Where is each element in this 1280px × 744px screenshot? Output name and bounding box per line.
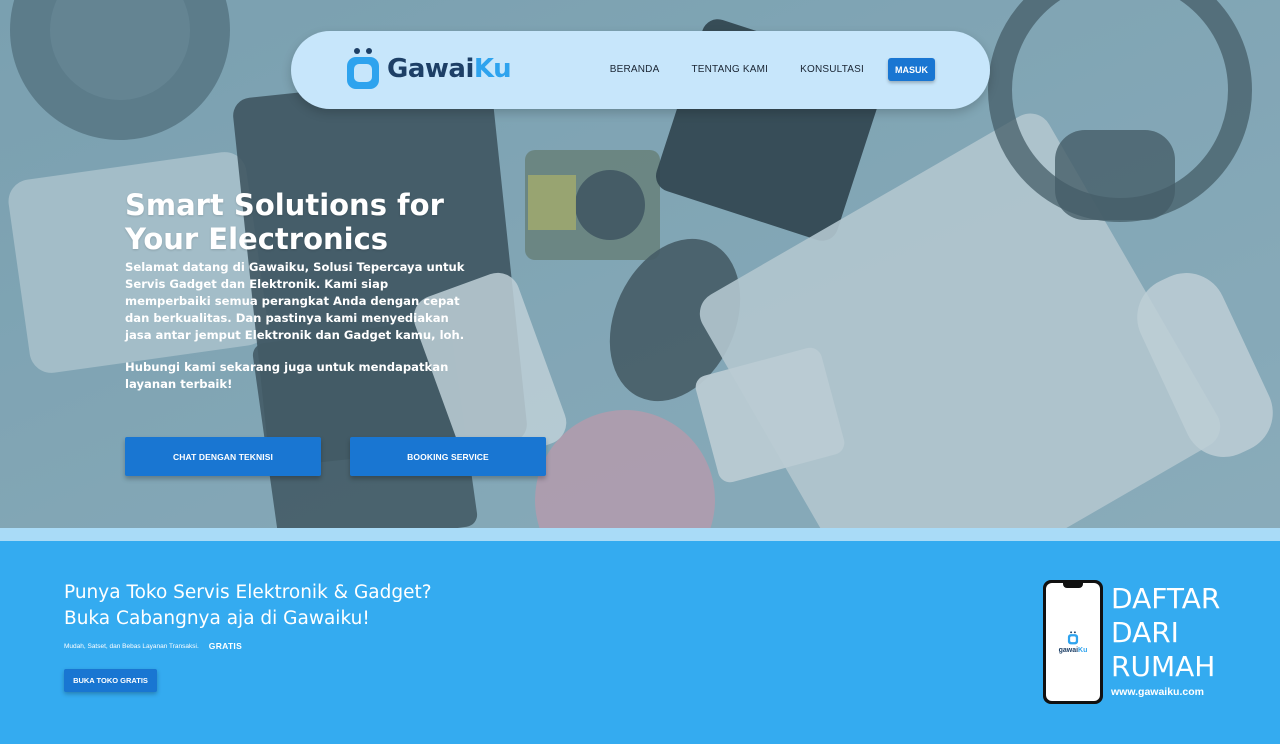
navbar: GawaiKu BERANDA TENTANG KAMI KONSULTASI … <box>291 31 990 109</box>
hero-title: Smart Solutions for Your Electronics <box>125 188 444 256</box>
hero-section: GawaiKu BERANDA TENTANG KAMI KONSULTASI … <box>0 0 1280 528</box>
phone-screen: gawaiKu <box>1046 583 1100 701</box>
tv-robot-icon <box>1067 630 1079 644</box>
chat-technician-button[interactable]: CHAT DENGAN TEKNISI <box>125 437 321 476</box>
phone-logo-part2: Ku <box>1078 646 1088 654</box>
free-label: GRATIS <box>208 641 243 651</box>
website-url[interactable]: www.gawaiku.com <box>1111 686 1204 698</box>
phone-mockup: gawaiKu <box>1043 580 1103 704</box>
phone-logo-part1: gawai <box>1058 646 1079 654</box>
daftar-line3: RUMAH <box>1111 650 1216 683</box>
hero-cta-text: Hubungi kami sekarang juga untuk mendapa… <box>125 360 449 391</box>
nav-links: BERANDA TENTANG KAMI KONSULTASI MASUK <box>610 58 935 81</box>
promo-title: Punya Toko Servis Elektronik & Gadget? B… <box>64 580 484 632</box>
brand-logo[interactable]: GawaiKu <box>345 45 512 93</box>
daftar-line1: DAFTAR <box>1111 582 1221 615</box>
promo-title-line1: Punya Toko Servis Elektronik & Gadget? <box>64 582 432 603</box>
promo-subtitle: Mudah, Satset, dan Bebas Layanan Transak… <box>64 641 242 651</box>
phone-notch <box>1063 583 1083 588</box>
booking-service-button[interactable]: BOOKING SERVICE <box>350 437 546 476</box>
daftar-dari-rumah: DAFTAR DARI RUMAH <box>1111 582 1261 684</box>
daftar-line2: DARI <box>1111 616 1179 649</box>
section-divider <box>0 528 1280 541</box>
nav-link-beranda[interactable]: BERANDA <box>610 64 660 75</box>
nav-link-konsultasi[interactable]: KONSULTASI <box>800 64 864 75</box>
login-button[interactable]: MASUK <box>888 58 935 81</box>
logo-text: GawaiKu <box>387 54 512 84</box>
phone-logo-text: gawaiKu <box>1059 647 1088 654</box>
logo-text-part2: Ku <box>473 54 512 84</box>
open-store-button[interactable]: BUKA TOKO GRATIS <box>64 669 157 692</box>
promo-title-line2: Buka Cabangnya aja di Gawaiku! <box>64 608 370 629</box>
logo-text-part1: Gawai <box>387 54 474 84</box>
promo-subtitle-text: Mudah, Satset, dan Bebas Layanan Transak… <box>64 642 199 650</box>
hero-description: Selamat datang di Gawaiku, Solusi Teperc… <box>125 260 465 342</box>
tv-robot-icon <box>347 48 379 89</box>
promo-section: Punya Toko Servis Elektronik & Gadget? B… <box>0 541 1280 744</box>
nav-link-tentang-kami[interactable]: TENTANG KAMI <box>691 64 768 75</box>
